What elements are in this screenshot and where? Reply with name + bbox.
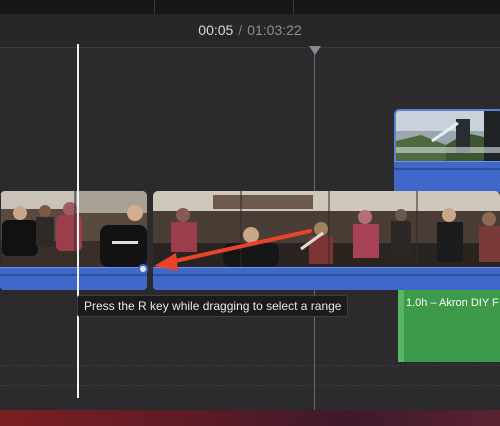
audio-waveform: [394, 168, 500, 170]
outdoor-clip-thumbnail: [396, 111, 500, 163]
storyline-clip-left[interactable]: [0, 191, 147, 267]
connected-audio-clip-title: 1.0h – Akron DIY F: [406, 297, 499, 309]
window-top-bar: [0, 0, 500, 14]
timecode-separator: /: [238, 22, 243, 38]
connected-audio-clip-edge: [398, 290, 404, 362]
toolbar-divider: [293, 0, 294, 14]
connected-video-clip[interactable]: [394, 109, 500, 163]
track-divider: [0, 365, 500, 366]
project-duration: 01:03:22: [247, 22, 302, 38]
track-divider: [0, 385, 500, 386]
connected-clip-audio[interactable]: [394, 161, 500, 192]
playhead-line[interactable]: [77, 44, 79, 398]
desktop-background-strip: [0, 410, 500, 426]
range-select-tooltip: Press the R key while dragging to select…: [77, 295, 349, 317]
drag-arrow-icon: [154, 229, 312, 271]
current-time: 00:05: [198, 22, 234, 38]
toolbar-divider: [154, 0, 155, 14]
concert-clip-1-thumbnail: [0, 191, 147, 267]
audio-waveform: [0, 274, 147, 276]
storyline-clip-left-audio[interactable]: [0, 267, 147, 290]
timecode-display: 00:05/01:03:22: [0, 22, 500, 38]
playhead-marker-icon[interactable]: [309, 46, 321, 55]
trim-handle-icon[interactable]: [138, 264, 148, 274]
